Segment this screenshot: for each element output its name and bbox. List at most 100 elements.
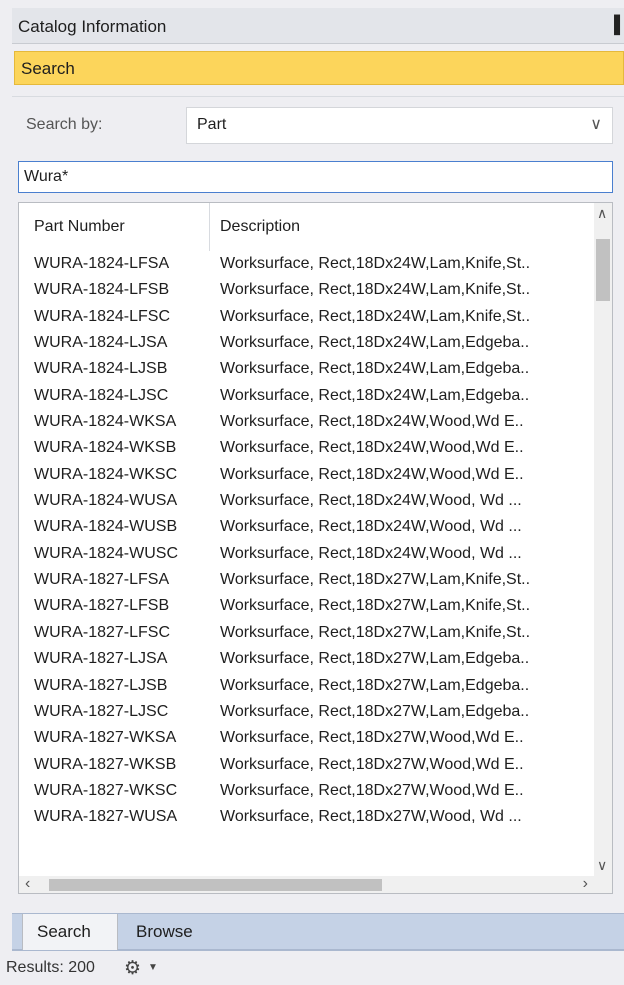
cell-part-number: WURA-1827-WKSA <box>34 729 177 747</box>
pin-icon[interactable]: ▐ <box>608 15 620 35</box>
tab-browse[interactable]: Browse <box>132 914 212 950</box>
bottom-tab-strip: Search Browse <box>12 913 624 951</box>
cell-part-number: WURA-1827-WUSA <box>34 808 178 826</box>
search-section-header[interactable]: Search <box>14 51 624 85</box>
cell-description: Worksurface, Rect,18Dx27W,Lam,Knife,St.. <box>220 623 531 641</box>
results-count: Results: 200 <box>6 959 95 976</box>
table-row[interactable]: WURA-1824-LFSC Worksurface, Rect,18Dx24W,… <box>19 304 594 330</box>
cell-part-number: WURA-1827-LJSA <box>34 650 168 668</box>
grid-rows: WURA-1824-LFSA Worksurface, Rect,18Dx24W,… <box>19 251 594 876</box>
search-by-value: Part <box>197 116 227 133</box>
cell-description: Worksurface, Rect,18Dx27W,Wood,Wd E.. <box>220 755 524 773</box>
table-row[interactable]: WURA-1827-WKSA Worksurface, Rect,18Dx27W,… <box>19 725 594 751</box>
cell-description: Worksurface, Rect,18Dx27W,Lam,Edgeba.. <box>220 702 530 720</box>
tab-search-label: Search <box>37 922 91 941</box>
scroll-right-icon[interactable]: › <box>583 875 588 893</box>
cell-description: Worksurface, Rect,18Dx24W,Wood,Wd E.. <box>220 413 524 431</box>
cell-description: Worksurface, Rect,18Dx24W,Wood, Wd ... <box>220 518 522 536</box>
table-row[interactable]: WURA-1827-WKSB Worksurface, Rect,18Dx27W,… <box>19 752 594 778</box>
cell-part-number: WURA-1824-LJSC <box>34 386 169 404</box>
cell-part-number: WURA-1824-WUSA <box>34 492 178 510</box>
cell-description: Worksurface, Rect,18Dx24W,Wood,Wd E.. <box>220 465 524 483</box>
cell-description: Worksurface, Rect,18Dx27W,Wood,Wd E.. <box>220 781 524 799</box>
cell-description: Worksurface, Rect,18Dx24W,Lam,Knife,St.. <box>220 255 531 272</box>
table-row[interactable]: WURA-1827-LJSC Worksurface, Rect,18Dx27W,… <box>19 699 594 725</box>
dropdown-caret-icon[interactable]: ▼ <box>148 962 158 973</box>
table-row[interactable]: WURA-1824-WKSB Worksurface, Rect,18Dx24W,… <box>19 435 594 461</box>
cell-part-number: WURA-1827-WKSB <box>34 755 177 773</box>
search-input[interactable]: Wura* <box>18 161 613 193</box>
cell-part-number: WURA-1824-WKSB <box>34 439 177 457</box>
panel-title: Catalog Information <box>18 17 167 36</box>
cell-part-number: WURA-1827-LFSA <box>34 571 170 589</box>
tab-search[interactable]: Search <box>22 914 118 950</box>
column-header-part-number[interactable]: Part Number <box>34 218 125 236</box>
column-separator[interactable] <box>209 203 210 251</box>
table-row[interactable]: WURA-1827-LFSB Worksurface, Rect,18Dx27W,… <box>19 593 594 619</box>
cell-description: Worksurface, Rect,18Dx24W,Lam,Edgeba.. <box>220 386 530 404</box>
cell-part-number: WURA-1824-WKSA <box>34 413 177 431</box>
search-by-label: Search by: <box>26 116 103 133</box>
cell-description: Worksurface, Rect,18Dx24W,Lam,Knife,St.. <box>220 307 531 325</box>
cell-part-number: WURA-1827-WKSC <box>34 781 178 799</box>
table-row[interactable]: WURA-1827-WUSA Worksurface, Rect,18Dx27W,… <box>19 804 594 830</box>
search-by-dropdown[interactable]: Part ∨ <box>186 107 613 144</box>
column-header-description[interactable]: Description <box>220 218 300 236</box>
table-row[interactable]: WURA-1824-LJSC Worksurface, Rect,18Dx24W,… <box>19 383 594 409</box>
cell-description: Worksurface, Rect,18Dx27W,Lam,Edgeba.. <box>220 650 530 668</box>
table-row[interactable]: WURA-1827-LJSB Worksurface, Rect,18Dx27W,… <box>19 673 594 699</box>
cell-part-number: WURA-1827-LFSC <box>34 623 171 641</box>
cell-part-number: WURA-1824-WKSC <box>34 465 178 483</box>
table-row[interactable]: WURA-1824-WKSA Worksurface, Rect,18Dx24W,… <box>19 409 594 435</box>
table-row[interactable]: WURA-1824-LJSA Worksurface, Rect,18Dx24W,… <box>19 330 594 356</box>
cell-description: Worksurface, Rect,18Dx24W,Wood, Wd ... <box>220 492 522 510</box>
cell-part-number: WURA-1827-LJSB <box>34 676 168 694</box>
cell-description: Worksurface, Rect,18Dx24W,Wood,Wd E.. <box>220 439 524 457</box>
table-row[interactable]: WURA-1827-LFSA Worksurface, Rect,18Dx27W,… <box>19 567 594 593</box>
search-input-value: Wura* <box>24 168 69 185</box>
table-row[interactable]: WURA-1824-LFSA Worksurface, Rect,18Dx24W,… <box>19 251 594 277</box>
gear-icon[interactable]: ⚙ <box>124 957 141 980</box>
cell-description: Worksurface, Rect,18Dx27W,Lam,Knife,St.. <box>220 597 531 615</box>
cell-part-number: WURA-1824-LFSC <box>34 307 171 325</box>
cell-description: Worksurface, Rect,18Dx27W,Wood, Wd ... <box>220 808 522 826</box>
table-row[interactable]: WURA-1827-LJSA Worksurface, Rect,18Dx27W,… <box>19 646 594 672</box>
chevron-down-icon: ∨ <box>590 116 602 133</box>
results-grid: Part Number Description WURA-1824-LFSA Wo… <box>18 202 613 894</box>
table-row[interactable]: WURA-1827-LFSC Worksurface, Rect,18Dx27W,… <box>19 620 594 646</box>
status-bar: Results: 200 ⚙ ▼ <box>0 951 624 985</box>
scroll-down-icon[interactable]: ∨ <box>597 857 607 874</box>
cell-part-number: WURA-1827-LFSB <box>34 597 170 615</box>
vertical-scrollbar[interactable]: ∧ ∨ <box>594 203 612 876</box>
grid-header: Part Number Description <box>19 203 594 251</box>
cell-part-number: WURA-1824-LJSA <box>34 334 168 352</box>
search-section-label: Search <box>21 59 75 78</box>
table-row[interactable]: WURA-1824-LFSB Worksurface, Rect,18Dx24W,… <box>19 277 594 303</box>
table-row[interactable]: WURA-1824-WUSB Worksurface, Rect,18Dx24W,… <box>19 514 594 540</box>
cell-part-number: WURA-1824-LJSB <box>34 360 168 378</box>
horizontal-scrollbar[interactable]: ‹ › <box>19 875 612 893</box>
table-row[interactable]: WURA-1824-WUSC Worksurface, Rect,18Dx24W,… <box>19 541 594 567</box>
table-row[interactable]: WURA-1824-WUSA Worksurface, Rect,18Dx24W,… <box>19 488 594 514</box>
cell-description: Worksurface, Rect,18Dx24W,Lam,Edgeba.. <box>220 334 530 352</box>
scroll-up-icon[interactable]: ∧ <box>597 205 607 222</box>
cell-description: Worksurface, Rect,18Dx24W,Lam,Knife,St.. <box>220 281 531 299</box>
table-row[interactable]: WURA-1824-WKSC Worksurface, Rect,18Dx24W,… <box>19 462 594 488</box>
catalog-information-panel: Catalog Information ▐ Search Search by: … <box>0 0 624 985</box>
cell-description: Worksurface, Rect,18Dx24W,Wood, Wd ... <box>220 544 522 562</box>
table-row[interactable]: WURA-1827-WKSC Worksurface, Rect,18Dx27W,… <box>19 778 594 804</box>
vertical-scroll-thumb[interactable] <box>596 239 610 301</box>
panel-title-bar: Catalog Information ▐ <box>12 8 624 44</box>
cell-part-number: WURA-1824-LFSB <box>34 281 170 299</box>
tab-browse-label: Browse <box>136 922 193 941</box>
scroll-left-icon[interactable]: ‹ <box>25 875 30 893</box>
cell-part-number: WURA-1827-LJSC <box>34 702 169 720</box>
cell-part-number: WURA-1824-WUSC <box>34 544 179 562</box>
cell-part-number: WURA-1824-LFSA <box>34 255 170 272</box>
cell-description: Worksurface, Rect,18Dx27W,Lam,Edgeba.. <box>220 676 530 694</box>
cell-description: Worksurface, Rect,18Dx24W,Lam,Edgeba.. <box>220 360 530 378</box>
horizontal-scroll-thumb[interactable] <box>49 879 382 891</box>
cell-description: Worksurface, Rect,18Dx27W,Wood,Wd E.. <box>220 729 524 747</box>
cell-description: Worksurface, Rect,18Dx27W,Lam,Knife,St.. <box>220 571 531 589</box>
table-row[interactable]: WURA-1824-LJSB Worksurface, Rect,18Dx24W,… <box>19 356 594 382</box>
